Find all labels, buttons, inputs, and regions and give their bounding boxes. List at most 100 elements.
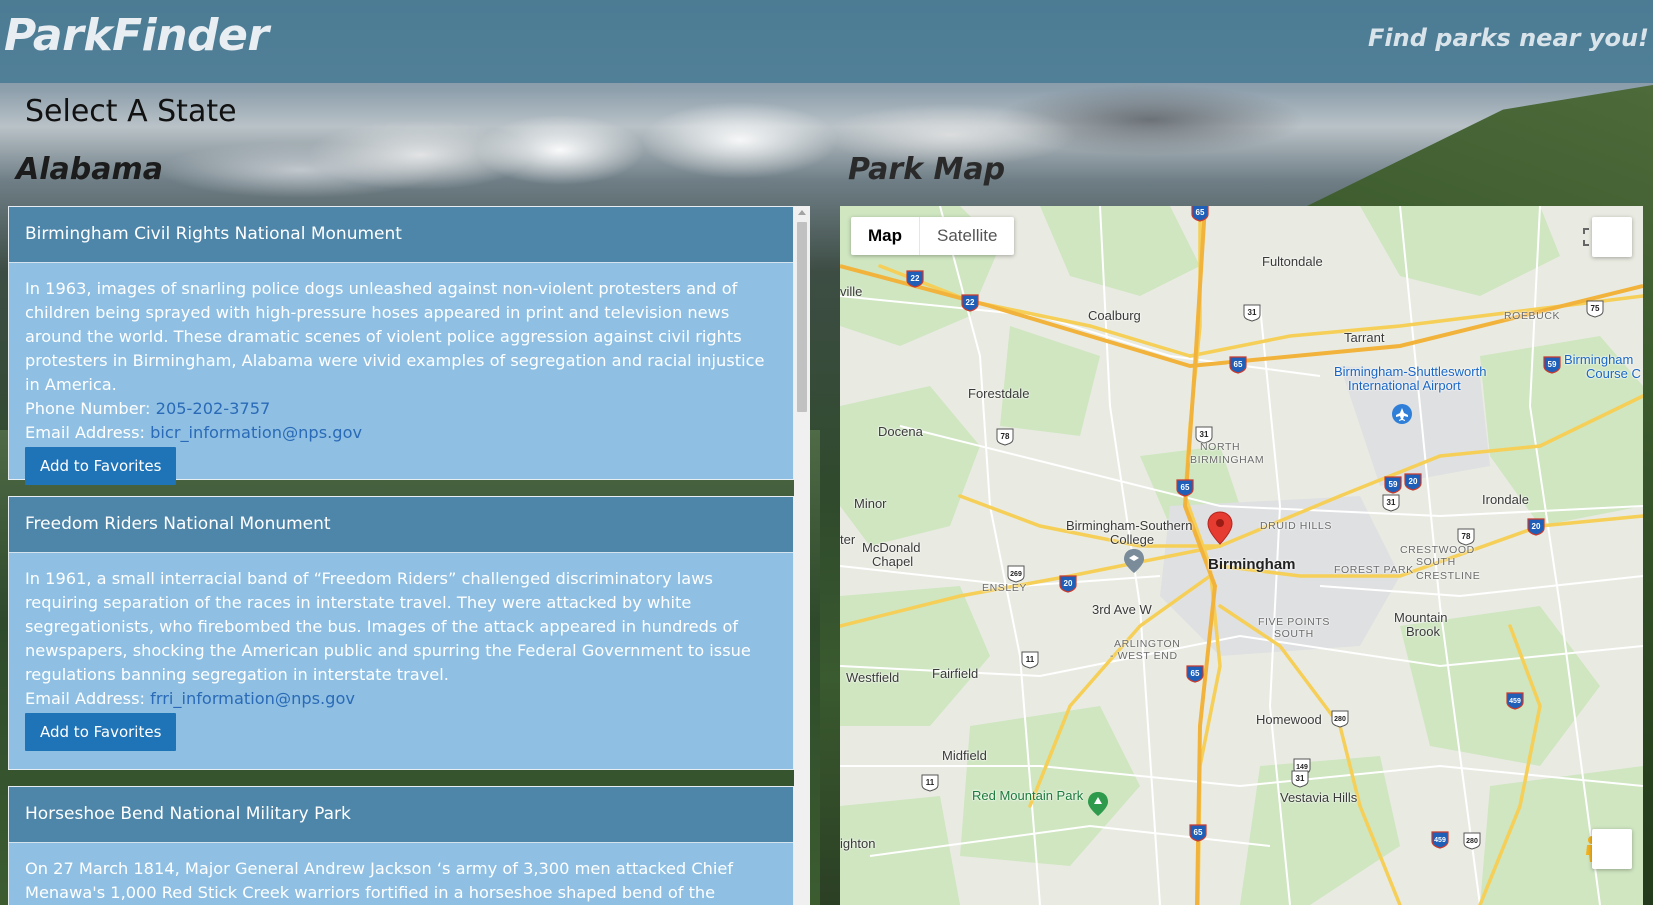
map-label: Red Mountain Park [972,788,1084,803]
map-label: ARLINGTON [1114,638,1181,650]
park-card: Horseshoe Bend National Military Park On… [8,786,794,905]
highway-shield-icon: 78 [1457,528,1475,546]
highway-shield-icon: 65 [1191,206,1209,222]
highway-shield-icon: 20 [1404,473,1422,491]
map-label: ville [840,284,863,299]
map-label: Minor [854,496,887,511]
map-label: Birmingham-Southern [1066,518,1193,533]
highway-shield-label: 11 [926,778,935,787]
highway-shield-icon: 11 [1021,651,1039,669]
map-title-heading: Park Map [848,152,1006,187]
email-label: Email Address: [25,423,145,442]
park-card-title: Birmingham Civil Rights National Monumen… [9,207,793,263]
highway-shield-label: 31 [1248,308,1257,317]
map-label: Brook [1406,624,1440,639]
highway-shield-label: 20 [1532,522,1541,531]
map-label: Tarrant [1344,330,1385,345]
highway-shield-icon: 31 [1243,304,1261,322]
park-email-line: Email Address: bicr_information@nps.gov [25,421,777,445]
phone-link[interactable]: 205-202-3757 [156,399,271,418]
map-label-birmingham: Birmingham [1208,556,1296,573]
highway-shield-label: 59 [1389,480,1398,489]
highway-shield-icon: 31 [1291,770,1309,788]
email-link[interactable]: frri_information@nps.gov [150,689,355,708]
park-description: In 1961, a small interracial band of “Fr… [25,569,751,684]
scroll-thumb[interactable] [797,222,807,412]
map-label: Fultondale [1262,254,1323,269]
highway-shield-icon: 78 [996,428,1014,446]
map-label: Forestdale [968,386,1030,401]
highway-shield-label: 31 [1200,430,1209,439]
scroll-up-arrow-icon[interactable] [798,210,806,215]
highway-shield-label: 78 [1462,532,1471,541]
map-label: ighton [840,836,876,851]
highway-shield-icon: 280 [1463,832,1481,850]
park-list[interactable]: Birmingham Civil Rights National Monumen… [8,206,810,905]
highway-shield-icon: 65 [1176,479,1194,497]
park-card-title: Freedom Riders National Monument [9,497,793,553]
map-label: Homewood [1256,712,1322,727]
fullscreen-button[interactable] [1592,217,1632,257]
park-card-body: In 1961, a small interracial band of “Fr… [9,553,793,767]
highway-shield-icon: 459 [1506,692,1524,710]
map-label: SOUTH [1416,556,1456,568]
street-view-button[interactable] [1592,829,1632,869]
map-type-map-button[interactable]: Map [851,217,919,255]
highway-shield-icon: 11 [921,774,939,792]
park-list-scrollbar[interactable] [794,206,810,905]
park-card-body: On 27 March 1814, Major General Andrew J… [9,843,793,905]
highway-shield-label: 65 [1194,828,1203,837]
phone-label: Phone Number: [25,399,151,418]
map-type-toggle: Map Satellite [851,217,1015,255]
map-label: 3rd Ave W [1092,602,1152,617]
brand-logo[interactable]: ParkFinder [4,10,269,61]
map-label: ENSLEY [982,582,1028,594]
add-to-favorites-button[interactable]: Add to Favorites [25,447,177,485]
map-label: Coalburg [1088,308,1141,323]
highway-shield-label: 11 [1026,655,1035,664]
map-label: BIRMINGHAM [1190,454,1265,466]
highway-shield-label: 65 [1234,360,1243,369]
state-name-heading: Alabama [16,152,163,187]
map-label: Midfield [942,748,987,763]
highway-shield-icon: 59 [1384,476,1402,494]
highway-shield-label: 65 [1181,483,1190,492]
map-type-satellite-button[interactable]: Satellite [919,217,1014,255]
select-state-heading[interactable]: Select A State [25,94,237,129]
map-label: CRESTLINE [1416,570,1481,582]
highway-shield-icon: 22 [906,270,924,288]
highway-shield-label: 59 [1548,360,1557,369]
map-label: Westfield [846,670,900,685]
park-card-body: In 1963, images of snarling police dogs … [9,263,793,501]
highway-shield-icon: 31 [1382,494,1400,512]
highway-shield-icon: 65 [1189,824,1207,842]
highway-shield-icon: 20 [1059,575,1077,593]
highway-shield-label: 280 [1466,838,1478,845]
app-header: ParkFinder Find parks near you! [0,0,1653,83]
highway-shield-label: 65 [1191,669,1200,678]
highway-shield-label: 22 [966,298,975,307]
highway-shield-label: 269 [1010,571,1022,578]
highway-shield-icon: 65 [1186,665,1204,683]
map-label: NORTH [1200,441,1241,453]
map-label: Birmingham [1564,352,1634,367]
map-label: FOREST PARK [1334,564,1414,576]
map-label: College [1110,532,1155,547]
highway-shield-label: 78 [1001,432,1010,441]
highway-shield-icon: 459 [1431,831,1449,849]
map-label: Fairfield [932,666,979,681]
highway-shield-label: 20 [1409,477,1418,486]
park-map[interactable]: 65 22 22 31 75 65 59 31 78 65 59 20 31 78 20 20 269 11 65 4… [840,206,1643,905]
map-label: ROEBUCK [1504,310,1561,322]
park-description: In 1963, images of snarling police dogs … [25,279,765,394]
highway-shield-icon: 65 [1229,356,1247,374]
map-label: SOUTH [1274,628,1314,640]
email-link[interactable]: bicr_information@nps.gov [150,423,362,442]
map-label: Docena [878,424,923,439]
add-to-favorites-button[interactable]: Add to Favorites [25,713,177,751]
map-label: McDonald [862,540,921,555]
highway-shield-label: 280 [1334,716,1346,723]
highway-shield-icon: 280 [1331,710,1349,728]
highway-shield-label: 31 [1387,498,1396,507]
map-label: DRUID HILLS [1260,520,1332,532]
